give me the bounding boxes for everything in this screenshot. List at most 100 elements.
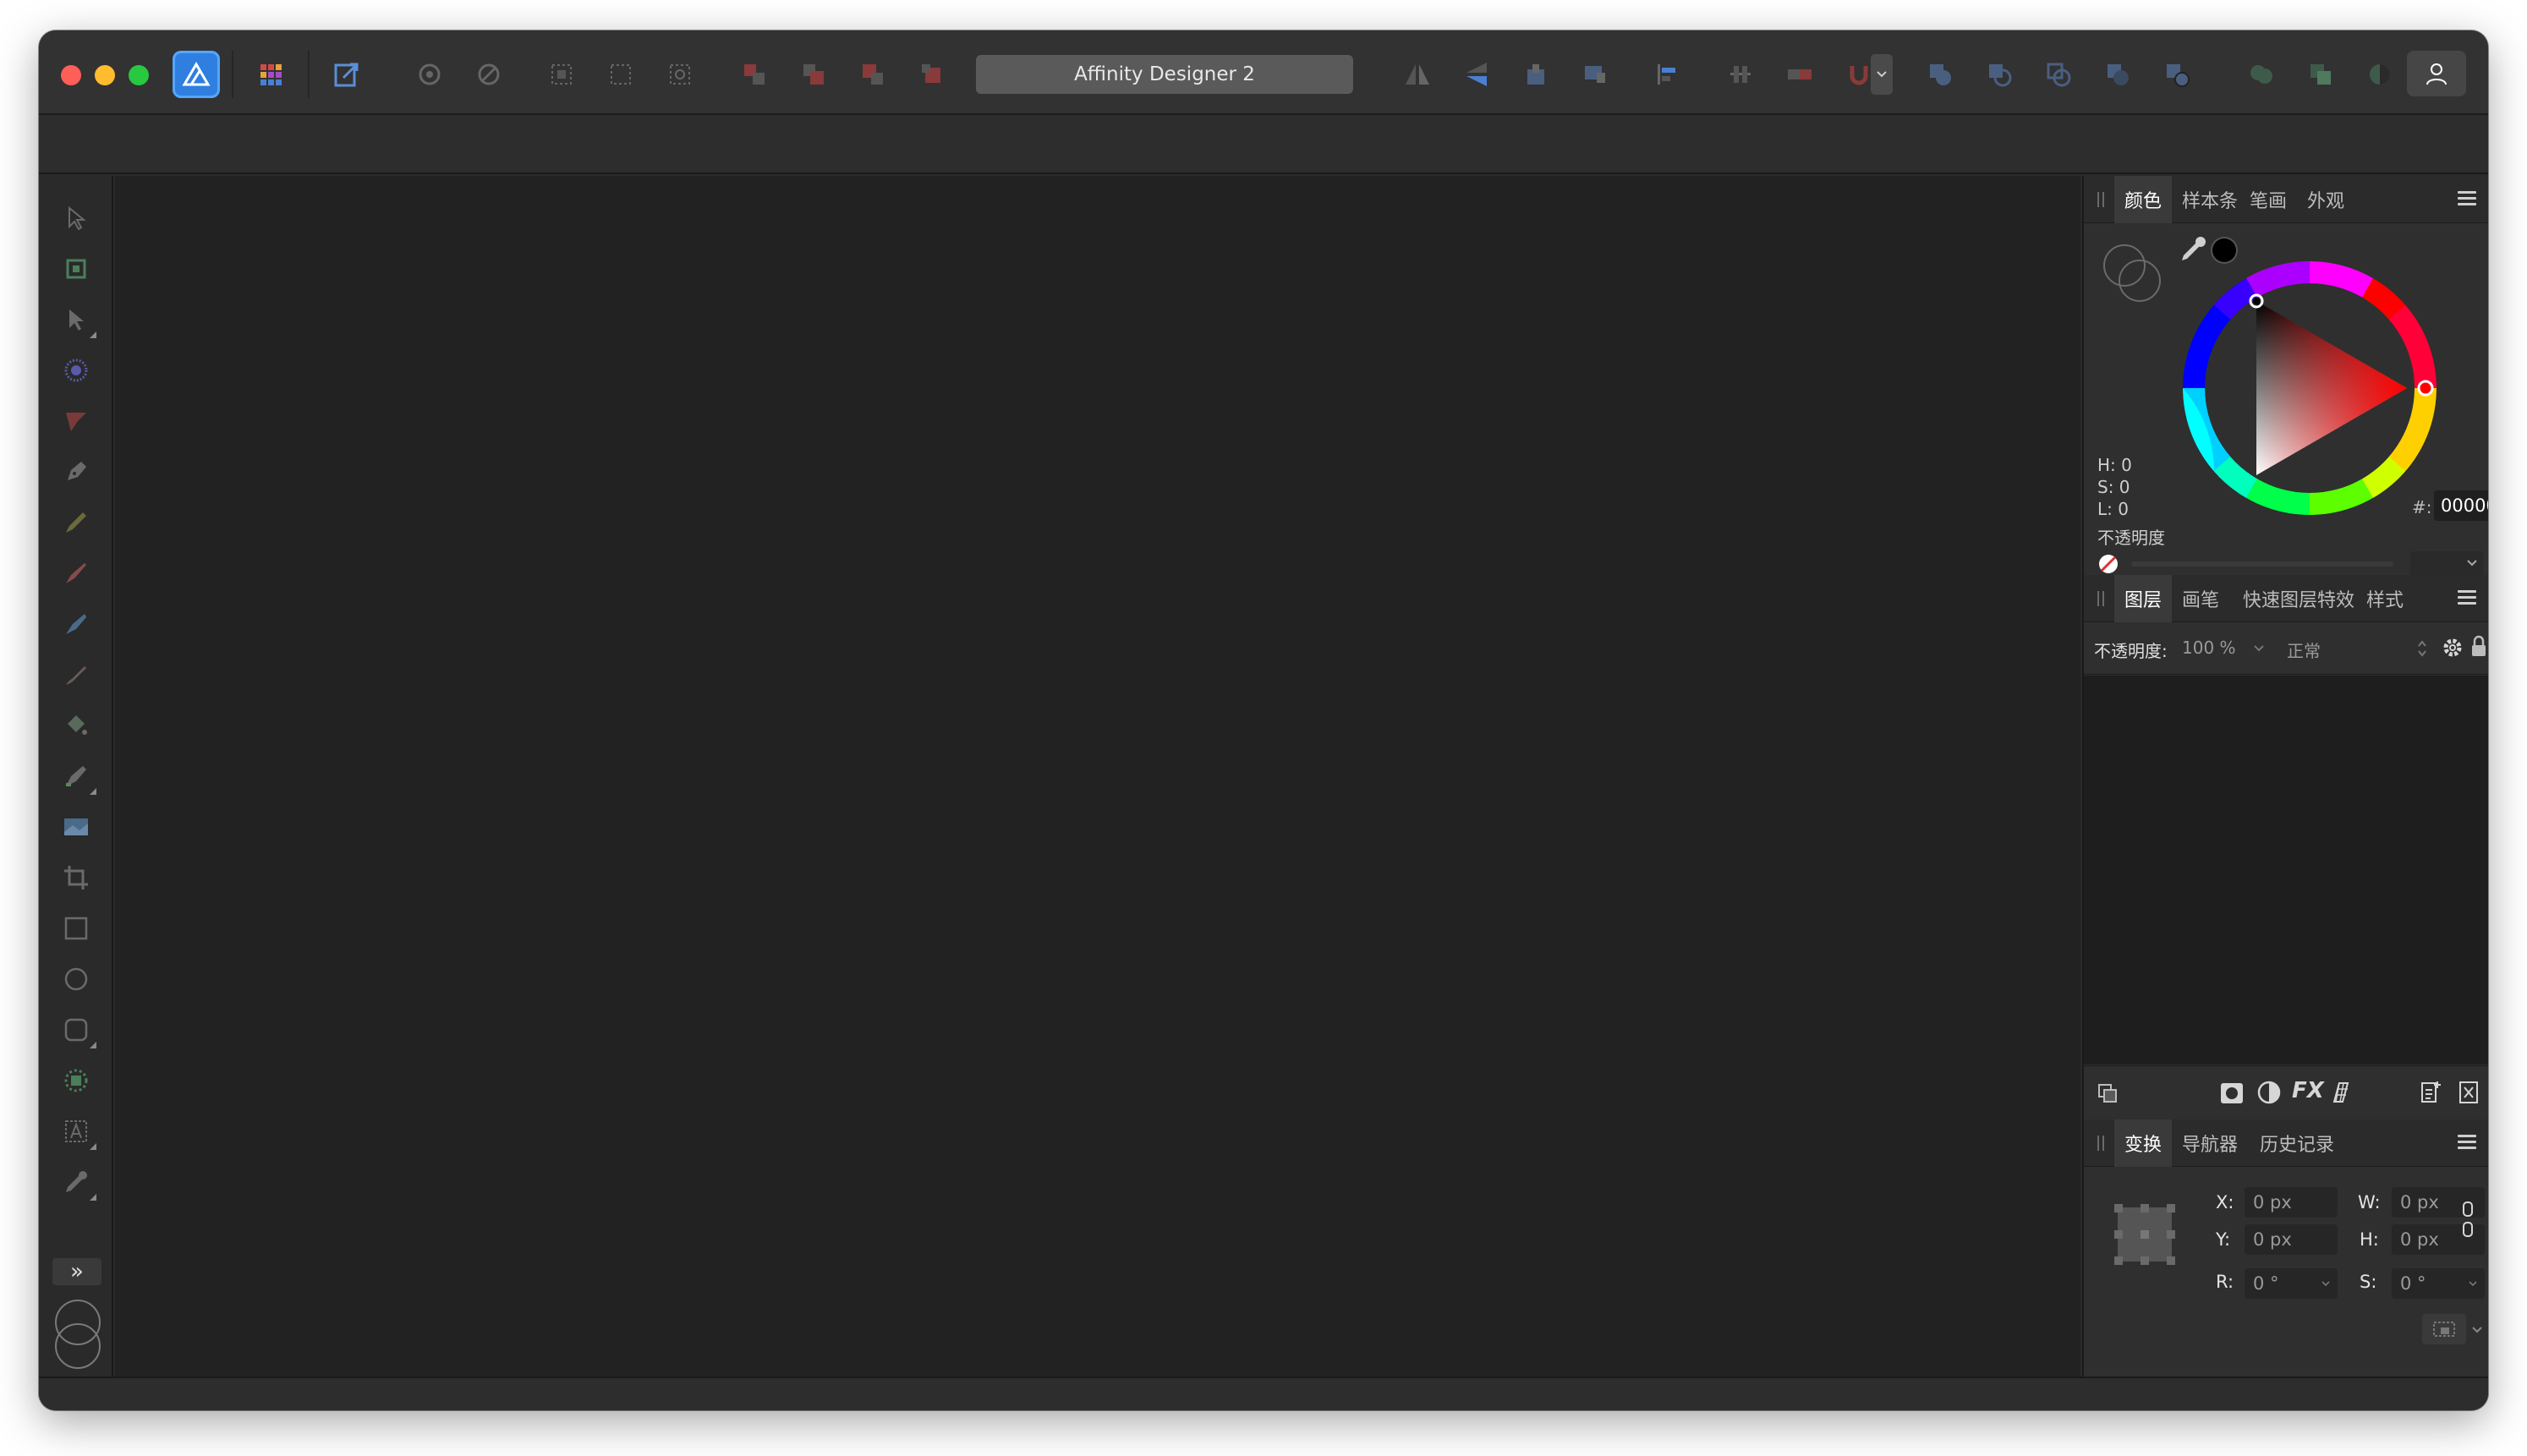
adjustment-icon[interactable] — [2256, 1080, 2282, 1105]
tab-stroke[interactable]: 笔画 — [2239, 176, 2297, 223]
fill-tool-icon[interactable] — [56, 705, 96, 746]
fill-stroke-swatch-icon[interactable] — [52, 1299, 103, 1370]
mask-icon[interactable] — [2361, 56, 2398, 93]
node-tool-icon[interactable] — [56, 299, 96, 340]
designer-persona-icon[interactable] — [173, 51, 220, 98]
blend-mode-select[interactable]: 正常 — [2287, 638, 2321, 662]
panel-grip-icon[interactable] — [2097, 1136, 2104, 1151]
select-same-icon[interactable] — [661, 56, 699, 93]
tab-appearance[interactable]: 外观 — [2297, 176, 2354, 223]
select-all-icon[interactable] — [543, 56, 580, 93]
flip-vertical-icon[interactable] — [1458, 56, 1495, 93]
close-window-button[interactable] — [61, 65, 81, 85]
snapping-dropdown[interactable] — [1871, 54, 1893, 95]
combine-icon[interactable] — [2243, 56, 2280, 93]
opacity-slider[interactable] — [2131, 561, 2393, 567]
zoom-window-button[interactable] — [129, 65, 149, 85]
panel-menu-icon[interactable] — [2458, 191, 2476, 206]
vector-brush-tool-icon[interactable] — [56, 553, 96, 594]
contour-tool-icon[interactable] — [56, 350, 96, 391]
opacity-value-field[interactable] — [2410, 551, 2483, 577]
tab-history[interactable]: 历史记录 — [2250, 1119, 2344, 1167]
tab-swatches[interactable]: 样本条 — [2172, 176, 2248, 223]
divide-operation-icon[interactable] — [2158, 56, 2195, 93]
no-color-icon[interactable] — [2097, 553, 2119, 575]
document-canvas[interactable] — [115, 176, 2080, 1377]
move-back-one-icon[interactable] — [795, 56, 832, 93]
pencil-tool-icon[interactable] — [56, 502, 96, 543]
x-field[interactable]: 0 px — [2245, 1187, 2338, 1218]
minimize-window-button[interactable] — [95, 65, 115, 85]
tab-styles[interactable]: 样式 — [2356, 575, 2414, 622]
layers-list[interactable] — [2084, 676, 2488, 1065]
alignment-icon[interactable] — [1649, 56, 1686, 93]
lock-icon[interactable] — [2469, 634, 2488, 660]
panel-menu-icon[interactable] — [2458, 590, 2476, 605]
link-proportions-icon[interactable] — [2461, 1201, 2475, 1238]
color-wheel[interactable] — [2179, 257, 2441, 519]
tab-transform[interactable]: 变换 — [2114, 1119, 2173, 1167]
add-operation-icon[interactable] — [1921, 56, 1959, 93]
isolate-icon[interactable] — [602, 56, 639, 93]
brush-tool-icon[interactable] — [56, 654, 96, 695]
shape-builder-tool-icon[interactable] — [56, 604, 96, 644]
layer-stack-icon[interactable] — [2096, 1081, 2119, 1105]
text-tool-icon[interactable] — [56, 1111, 96, 1152]
rotate-right-icon[interactable] — [1576, 56, 1614, 93]
gear-icon[interactable] — [2441, 636, 2464, 660]
subtract-operation-icon[interactable] — [1981, 56, 2018, 93]
tab-color[interactable]: 颜色 — [2114, 176, 2173, 223]
tab-brushes[interactable]: 画笔 — [2172, 575, 2229, 622]
move-to-back-icon[interactable] — [736, 56, 773, 93]
tab-navigator[interactable]: 导航器 — [2172, 1119, 2248, 1167]
stepper-icon[interactable] — [2417, 639, 2427, 658]
boolean-insert-icon[interactable] — [1781, 56, 1818, 93]
pen-tool-icon[interactable] — [56, 452, 96, 492]
mask-layer-icon[interactable] — [2219, 1081, 2245, 1105]
chevron-down-icon[interactable] — [2471, 1326, 2483, 1334]
distribute-icon[interactable] — [1722, 56, 1759, 93]
add-layer-icon[interactable] — [2419, 1080, 2442, 1105]
geometry-icon[interactable] — [2302, 56, 2339, 93]
color-picker-tool-icon[interactable] — [56, 1162, 96, 1202]
transparency-tool-icon[interactable] — [56, 756, 96, 796]
move-tool-icon[interactable] — [56, 198, 96, 238]
transform-options-button[interactable] — [2422, 1314, 2466, 1344]
snapping-icon[interactable] — [470, 56, 507, 93]
panel-menu-icon[interactable] — [2458, 1135, 2476, 1150]
artboard-tool-icon[interactable] — [56, 249, 96, 289]
y-field[interactable]: 0 px — [2245, 1224, 2338, 1255]
intersect-operation-icon[interactable] — [2040, 56, 2077, 93]
chevron-down-icon[interactable] — [2321, 1280, 2331, 1287]
corner-tool-icon[interactable] — [56, 401, 96, 441]
anchor-point-selector-icon[interactable] — [2111, 1201, 2179, 1268]
hex-input[interactable]: 000000 — [2434, 490, 2488, 521]
panel-grip-icon[interactable] — [2097, 192, 2104, 207]
group-layers-icon[interactable] — [2458, 1080, 2480, 1105]
move-to-front-icon[interactable] — [913, 56, 951, 93]
vector-crop-tool-icon[interactable] — [56, 1060, 96, 1101]
panel-grip-icon[interactable] — [2097, 591, 2104, 606]
chevron-down-icon[interactable] — [2468, 1280, 2478, 1287]
export-persona-icon[interactable] — [328, 56, 365, 93]
move-forward-one-icon[interactable] — [854, 56, 891, 93]
rotate-left-icon[interactable] — [1517, 56, 1554, 93]
expand-tools-button[interactable]: » — [52, 1258, 101, 1285]
user-account-button[interactable] — [2407, 51, 2466, 96]
pixel-persona-icon[interactable] — [252, 56, 289, 93]
fx-icon[interactable]: FX — [2292, 1078, 2324, 1103]
layer-opacity-value[interactable]: 100 % — [2182, 638, 2236, 658]
rectangle-tool-icon[interactable] — [56, 908, 96, 949]
live-filter-icon[interactable] — [2327, 1080, 2354, 1105]
fill-stroke-selector-icon[interactable] — [2099, 240, 2167, 308]
ellipse-tool-icon[interactable] — [56, 959, 96, 999]
tab-layers[interactable]: 图层 — [2114, 575, 2173, 622]
crop-tool-icon[interactable] — [56, 857, 96, 898]
place-image-tool-icon[interactable] — [56, 807, 96, 847]
tab-quick-fx[interactable]: 快速图层特效 — [2233, 575, 2365, 622]
document-setup-icon[interactable] — [411, 56, 448, 93]
xor-operation-icon[interactable] — [2099, 56, 2136, 93]
chevron-down-icon[interactable] — [2253, 644, 2265, 653]
rounded-rectangle-tool-icon[interactable] — [56, 1010, 96, 1050]
flip-horizontal-icon[interactable] — [1399, 56, 1436, 93]
